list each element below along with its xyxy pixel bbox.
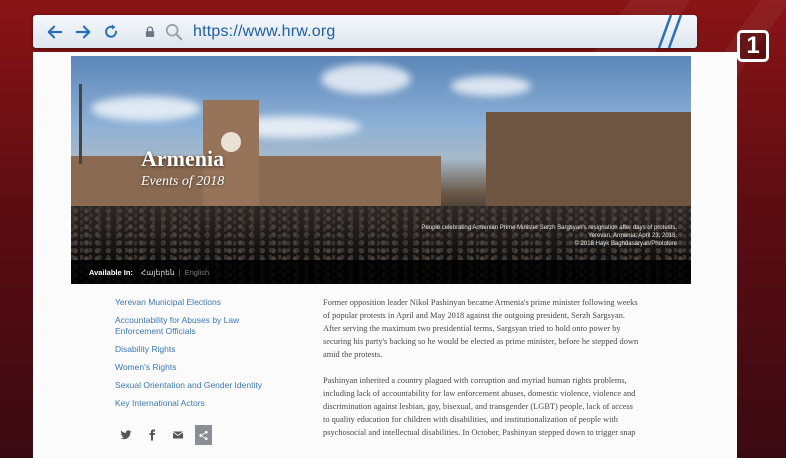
reload-button[interactable] xyxy=(97,18,125,46)
cloud xyxy=(91,96,201,121)
reload-icon xyxy=(105,23,117,38)
sidebar-nav: Yerevan Municipal Elections Accountabili… xyxy=(115,297,285,416)
sidebar-item-womens-rights[interactable]: Women's Rights xyxy=(115,362,285,373)
sidebar-item-sogi[interactable]: Sexual Orientation and Gender Identity xyxy=(115,380,285,391)
decorative-slashes xyxy=(657,15,683,48)
share-icon xyxy=(199,430,208,440)
sidebar-item-international-actors[interactable]: Key International Actors xyxy=(115,398,285,409)
forward-button[interactable] xyxy=(69,18,97,46)
lock-icon xyxy=(145,25,157,39)
article-paragraph: Pashinyan inherited a country plagued wi… xyxy=(323,376,636,437)
language-bar: Available In: Հայերեն | English xyxy=(71,260,691,284)
photo-caption: People celebrating Armenian Prime Minist… xyxy=(377,224,677,248)
share-toolbar xyxy=(119,425,212,445)
language-separator: | xyxy=(178,267,181,277)
language-link-english[interactable]: English xyxy=(185,268,210,277)
caption-credit: © 2018 Hayk Baghdasaryan/Photolure xyxy=(574,241,678,247)
search-icon xyxy=(165,23,183,40)
channel-logo: 1 xyxy=(737,30,769,62)
browser-address-bar: https://www.hrw.org xyxy=(33,15,697,48)
web-page: Armenia Events of 2018 People celebratin… xyxy=(33,52,737,458)
article-paragraph: Former opposition leader Nikol Pashinyan… xyxy=(323,298,639,359)
hero-banner: Armenia Events of 2018 People celebratin… xyxy=(71,56,691,284)
sidebar-item-accountability[interactable]: Accountability for Abuses by Law Enforce… xyxy=(115,315,285,337)
radio-tower xyxy=(79,84,82,164)
share-button[interactable] xyxy=(195,425,212,445)
back-button[interactable] xyxy=(41,18,69,46)
article-body: Former opposition leader Nikol Pashinyan… xyxy=(323,296,639,452)
twitter-icon[interactable] xyxy=(119,428,133,442)
sidebar-item-disability-rights[interactable]: Disability Rights xyxy=(115,344,285,355)
back-arrow-icon xyxy=(47,25,63,38)
available-in-label: Available In: xyxy=(89,267,133,277)
url-field[interactable]: https://www.hrw.org xyxy=(193,23,336,41)
caption-line: People celebrating Armenian Prime Minist… xyxy=(421,225,677,231)
sidebar-item-yerevan-elections[interactable]: Yerevan Municipal Elections xyxy=(115,297,285,308)
email-icon[interactable] xyxy=(171,428,185,442)
hero-title: Armenia xyxy=(141,146,225,171)
forward-arrow-icon xyxy=(75,25,91,38)
caption-line: Yerevan, Armenia, April 23, 2018. xyxy=(588,233,677,239)
right-building xyxy=(486,112,691,212)
cloud xyxy=(451,76,531,96)
language-link-armenian[interactable]: Հայերեն xyxy=(141,268,175,277)
facebook-icon[interactable] xyxy=(145,428,159,442)
hero-subtitle: Events of 2018 xyxy=(141,174,225,189)
cloud xyxy=(321,64,411,94)
